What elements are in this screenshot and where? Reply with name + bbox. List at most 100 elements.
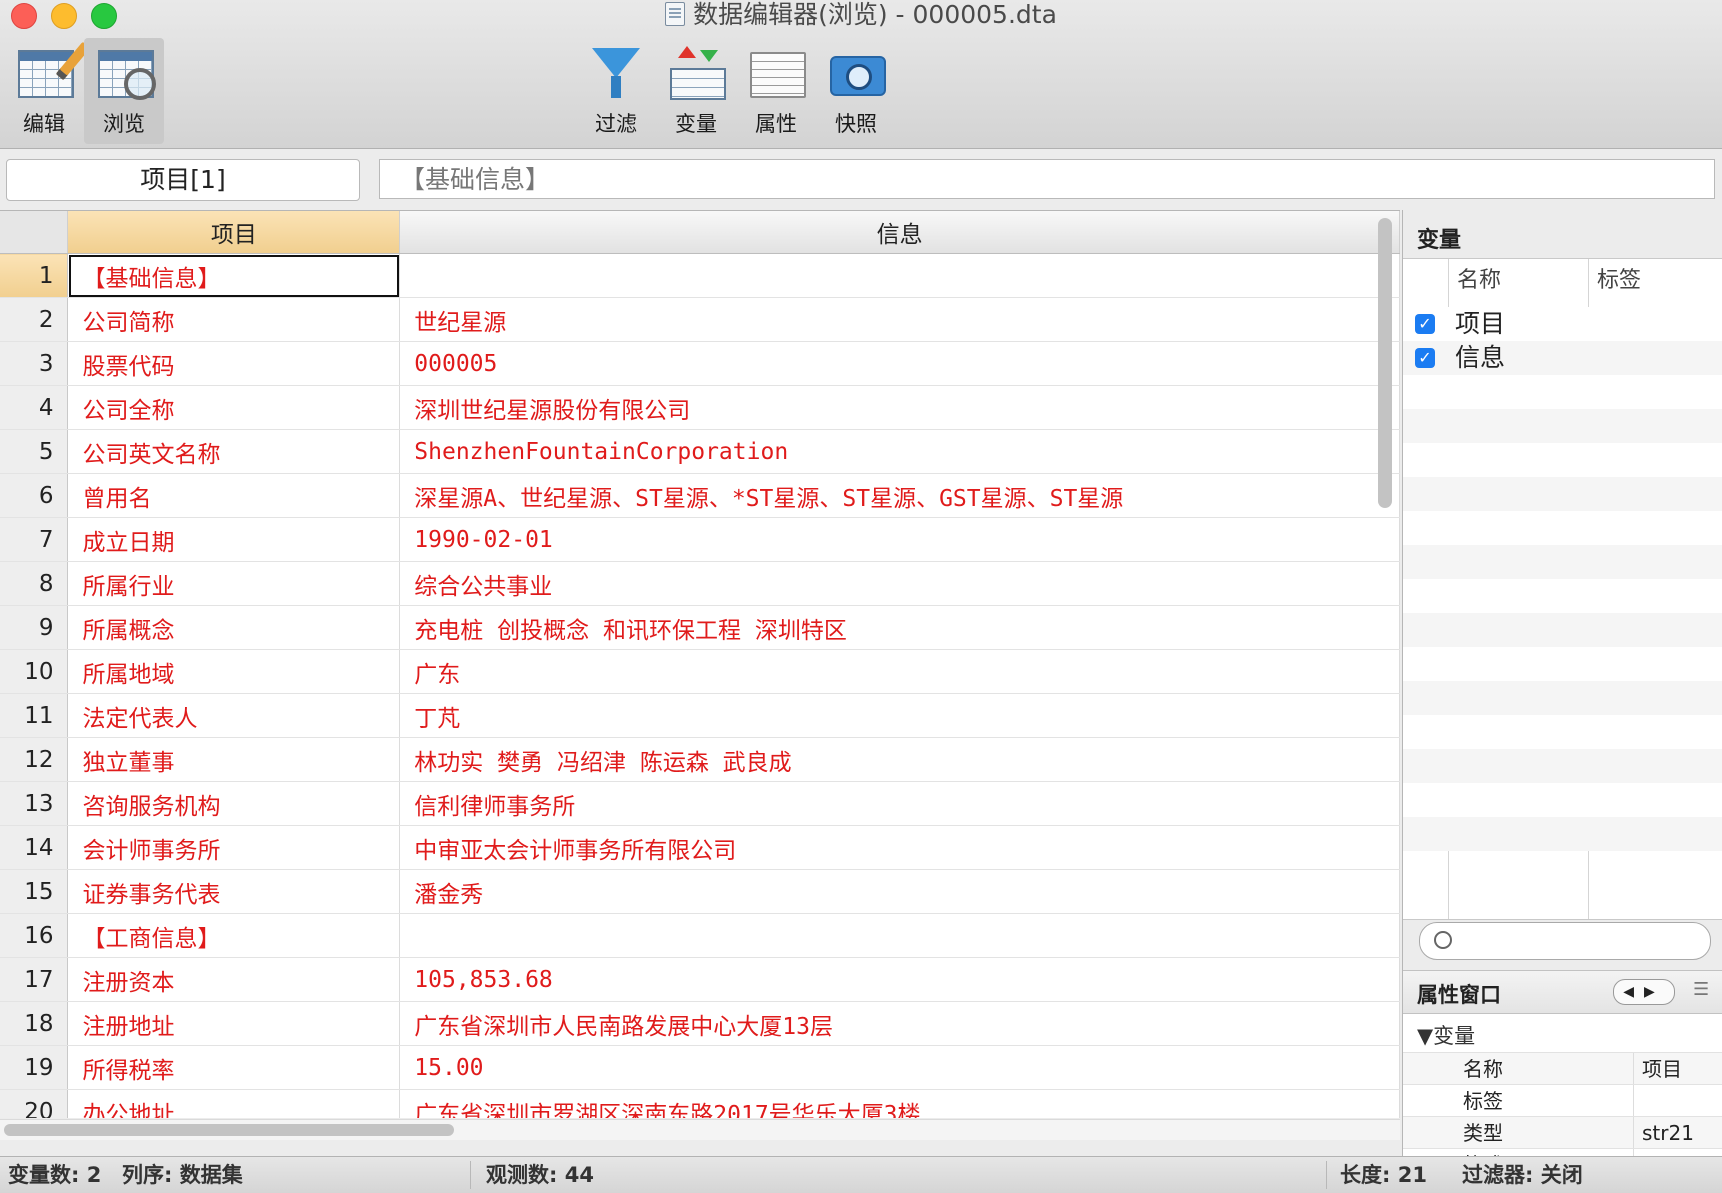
cell-item[interactable]: 公司简称 xyxy=(67,297,401,342)
cell-info[interactable]: 林功实 樊勇 冯绍津 陈运森 武良成 xyxy=(399,737,1400,782)
property-value[interactable]: str21 xyxy=(1633,1117,1694,1149)
row-number[interactable]: 6 xyxy=(0,473,69,518)
cell-item[interactable]: 独立董事 xyxy=(67,737,401,782)
cell-item[interactable]: 咨询服务机构 xyxy=(67,781,401,826)
cell-info[interactable]: 潘金秀 xyxy=(399,869,1400,914)
column-header-info[interactable]: 信息 xyxy=(399,211,1400,254)
filter-button[interactable]: 过滤 xyxy=(576,38,656,144)
variable-search-field[interactable] xyxy=(1419,922,1711,960)
horizontal-scrollbar[interactable] xyxy=(4,1124,454,1136)
variables-col-label[interactable]: 标签 xyxy=(1597,259,1641,303)
cell-info[interactable]: 广东省深圳市罗湖区深南东路2017号华乐大厦3楼 xyxy=(399,1089,1400,1118)
property-row[interactable]: 标签 xyxy=(1403,1084,1722,1117)
cell-item[interactable]: 法定代表人 xyxy=(67,693,401,738)
cell-item[interactable]: 所属概念 xyxy=(67,605,401,650)
cell-info[interactable]: 15.00 xyxy=(399,1045,1400,1090)
row-number[interactable]: 10 xyxy=(0,649,69,694)
table-row[interactable]: 10 所属地域 广东 xyxy=(0,649,1400,694)
cell-info[interactable]: ShenzhenFountainCorporation xyxy=(399,429,1400,474)
row-number[interactable]: 13 xyxy=(0,781,69,826)
property-value[interactable]: 项目 xyxy=(1633,1053,1682,1085)
column-header-item[interactable]: 项目 xyxy=(67,211,401,254)
cell-info[interactable]: 丁芃 xyxy=(399,693,1400,738)
table-row[interactable]: 9 所属概念 充电桩 创投概念 和讯环保工程 深圳特区 xyxy=(0,605,1400,650)
cell-info[interactable]: 充电桩 创投概念 和讯环保工程 深圳特区 xyxy=(399,605,1400,650)
table-row[interactable]: 15 证券事务代表 潘金秀 xyxy=(0,869,1400,914)
cell-item[interactable]: 【基础信息】 xyxy=(67,253,401,298)
property-row[interactable]: 名称 项目 xyxy=(1403,1052,1722,1085)
variable-checkbox[interactable]: ✓ xyxy=(1415,314,1435,334)
row-number[interactable]: 16 xyxy=(0,913,69,958)
cell-info[interactable]: 信利律师事务所 xyxy=(399,781,1400,826)
cell-item[interactable]: 注册地址 xyxy=(67,1001,401,1046)
table-row[interactable]: 3 股票代码 000005 xyxy=(0,341,1400,386)
row-number[interactable]: 12 xyxy=(0,737,69,782)
table-row[interactable]: 20 办公地址 广东省深圳市罗湖区深南东路2017号华乐大厦3楼 xyxy=(0,1089,1400,1118)
row-number[interactable]: 1 xyxy=(0,253,69,298)
cell-info[interactable] xyxy=(399,913,1400,958)
data-grid[interactable]: 项目 信息 1 【基础信息】 2 公司简称 世纪星源 3 股票代码 000005 4 公司全称 深圳… xyxy=(0,210,1400,1118)
browse-mode-button[interactable]: 浏览 xyxy=(84,38,164,144)
cell-item[interactable]: 所属行业 xyxy=(67,561,401,606)
cell-item[interactable]: 公司英文名称 xyxy=(67,429,401,474)
cell-item[interactable]: 股票代码 xyxy=(67,341,401,386)
row-number[interactable]: 18 xyxy=(0,1001,69,1046)
table-row[interactable]: 13 咨询服务机构 信利律师事务所 xyxy=(0,781,1400,826)
property-row[interactable]: 类型 str21 xyxy=(1403,1116,1722,1149)
cell-info[interactable]: 深圳世纪星源股份有限公司 xyxy=(399,385,1400,430)
cell-info[interactable]: 深星源A、世纪星源、ST星源、*ST星源、ST星源、GST星源、ST星源 xyxy=(399,473,1400,518)
property-value[interactable] xyxy=(1633,1085,1642,1117)
cell-item[interactable]: 公司全称 xyxy=(67,385,401,430)
variable-checkbox[interactable]: ✓ xyxy=(1415,348,1435,368)
cell-item[interactable]: 成立日期 xyxy=(67,517,401,562)
cell-info[interactable]: 1990-02-01 xyxy=(399,517,1400,562)
row-number[interactable]: 19 xyxy=(0,1045,69,1090)
cell-info[interactable]: 000005 xyxy=(399,341,1400,386)
cell-info[interactable]: 105,853.68 xyxy=(399,957,1400,1002)
table-row[interactable]: 1 【基础信息】 xyxy=(0,253,1400,298)
edit-mode-button[interactable]: 编辑 xyxy=(4,38,91,144)
vertical-scrollbar[interactable] xyxy=(1378,218,1392,508)
row-number[interactable]: 2 xyxy=(0,297,69,342)
table-row[interactable]: 18 注册地址 广东省深圳市人民南路发展中心大厦13层 xyxy=(0,1001,1400,1046)
properties-nav-arrows[interactable]: ◀▶ xyxy=(1613,979,1675,1005)
cell-item[interactable]: 注册资本 xyxy=(67,957,401,1002)
cell-info[interactable]: 世纪星源 xyxy=(399,297,1400,342)
row-number[interactable]: 9 xyxy=(0,605,69,650)
variable-row[interactable]: ✓ 项目 xyxy=(1403,307,1722,341)
row-number[interactable]: 5 xyxy=(0,429,69,474)
cell-info[interactable]: 广东省深圳市人民南路发展中心大厦13层 xyxy=(399,1001,1400,1046)
table-row[interactable]: 19 所得税率 15.00 xyxy=(0,1045,1400,1090)
cell-item[interactable]: 会计师事务所 xyxy=(67,825,401,870)
cell-info[interactable]: 综合公共事业 xyxy=(399,561,1400,606)
row-number[interactable]: 20 xyxy=(0,1089,69,1118)
cell-item[interactable]: 所得税率 xyxy=(67,1045,401,1090)
properties-group-variables[interactable]: ▼变量 xyxy=(1417,1020,1475,1050)
row-number[interactable]: 15 xyxy=(0,869,69,914)
table-row[interactable]: 11 法定代表人 丁芃 xyxy=(0,693,1400,738)
table-row[interactable]: 6 曾用名 深星源A、世纪星源、ST星源、*ST星源、ST星源、GST星源、ST星源 xyxy=(0,473,1400,518)
cell-item[interactable]: 证券事务代表 xyxy=(67,869,401,914)
variable-row[interactable]: ✓ 信息 xyxy=(1403,341,1722,375)
variables-list[interactable]: 名称 标签 ✓ 项目 ✓ 信息 xyxy=(1403,258,1722,920)
table-row[interactable]: 12 独立董事 林功实 樊勇 冯绍津 陈运森 武良成 xyxy=(0,737,1400,782)
cell-info[interactable]: 广东 xyxy=(399,649,1400,694)
list-menu-icon[interactable]: ☰ xyxy=(1693,979,1709,1000)
row-number[interactable]: 4 xyxy=(0,385,69,430)
cell-value-field[interactable]: 【基础信息】 xyxy=(379,159,1715,199)
table-row[interactable]: 7 成立日期 1990-02-01 xyxy=(0,517,1400,562)
row-number[interactable]: 14 xyxy=(0,825,69,870)
cell-item[interactable]: 【工商信息】 xyxy=(67,913,401,958)
table-row[interactable]: 5 公司英文名称 ShenzhenFountainCorporation xyxy=(0,429,1400,474)
row-number[interactable]: 11 xyxy=(0,693,69,738)
table-row[interactable]: 17 注册资本 105,853.68 xyxy=(0,957,1400,1002)
table-row[interactable]: 8 所属行业 综合公共事业 xyxy=(0,561,1400,606)
cell-reference-field[interactable]: 项目[1] xyxy=(6,159,360,201)
row-number[interactable]: 8 xyxy=(0,561,69,606)
cell-item[interactable]: 曾用名 xyxy=(67,473,401,518)
cell-item[interactable]: 办公地址 xyxy=(67,1089,401,1118)
table-row[interactable]: 14 会计师事务所 中审亚太会计师事务所有限公司 xyxy=(0,825,1400,870)
variables-col-name[interactable]: 名称 xyxy=(1457,259,1501,303)
variables-button[interactable]: 变量 xyxy=(656,38,736,144)
row-number[interactable]: 3 xyxy=(0,341,69,386)
